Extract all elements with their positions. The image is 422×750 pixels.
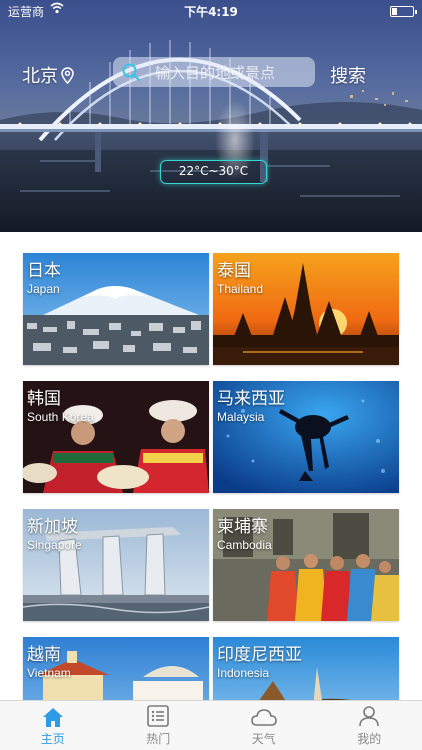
tab-bar: 主页 热门 天气 我的 — [0, 700, 422, 750]
destination-name: 越南 — [27, 645, 61, 665]
destination-card-indonesia[interactable]: 印度尼西亚 Indonesia — [213, 637, 399, 700]
tab-label: 主页 — [40, 732, 65, 746]
destination-name-en: South Korea — [27, 410, 94, 424]
hero-banner: 运营商 下午4:19 北京 输入目的地或景点 搜索 22°C~30°C — [0, 0, 422, 232]
search-button[interactable]: 搜索 — [330, 62, 366, 88]
destination-card-south-korea[interactable]: 韩国 South Korea — [23, 381, 209, 493]
destination-card-malaysia[interactable]: 马来西亚 Malaysia — [213, 381, 399, 493]
city-label: 北京 — [22, 66, 58, 87]
destination-card-singapore[interactable]: 新加坡 Singapore — [23, 509, 209, 621]
destination-name-en: Vietnam — [27, 666, 71, 680]
status-bar: 运营商 下午4:19 — [0, 0, 422, 22]
destination-card-japan[interactable]: 日本 Japan — [23, 253, 209, 365]
destination-name-en: Malaysia — [217, 410, 265, 424]
destination-name-en: Thailand — [217, 282, 264, 296]
tab-label: 我的 — [357, 732, 382, 746]
destination-name: 日本 — [27, 261, 61, 281]
cloud-icon — [250, 709, 277, 726]
search-input[interactable]: 输入目的地或景点 — [113, 57, 315, 87]
tab-hot[interactable]: 热门 — [106, 701, 212, 750]
home-icon — [42, 708, 63, 727]
destination-name: 柬埔寨 — [217, 517, 268, 537]
destination-card-thailand[interactable]: 泰国 Thailand — [213, 253, 399, 365]
tab-mine[interactable]: 我的 — [317, 701, 422, 750]
destination-name-en: Indonesia — [217, 666, 270, 680]
destination-name: 马来西亚 — [217, 389, 285, 409]
destination-name: 新加坡 — [27, 517, 78, 537]
destination-name-en: Cambodia — [217, 538, 272, 552]
destination-card-vietnam[interactable]: 越南 Vietnam — [23, 637, 209, 700]
search-icon — [122, 63, 141, 82]
destination-name: 韩国 — [27, 389, 61, 409]
tab-label: 热门 — [146, 732, 171, 746]
tab-weather[interactable]: 天气 — [211, 701, 317, 750]
location-pin-icon — [61, 66, 74, 84]
city-selector[interactable]: 北京 — [22, 62, 74, 88]
status-time: 下午4:19 — [184, 5, 238, 19]
tab-label: 天气 — [251, 732, 276, 746]
person-icon — [359, 706, 380, 727]
weather-badge: 22°C~30°C — [160, 160, 267, 184]
list-icon — [147, 705, 170, 727]
search-placeholder: 输入目的地或景点 — [155, 63, 276, 82]
destination-name: 印度尼西亚 — [217, 645, 302, 665]
destination-grid: 日本 Japan 泰国 Thailand 韩国 South Korea 马来西亚… — [0, 232, 422, 700]
destination-card-cambodia[interactable]: 柬埔寨 Cambodia — [213, 509, 399, 621]
battery-icon — [390, 6, 417, 17]
destination-name: 泰国 — [217, 261, 251, 281]
destination-name-en: Japan — [27, 282, 60, 296]
bridge-background-image — [0, 40, 422, 232]
destination-name-en: Singapore — [27, 538, 82, 552]
tab-home[interactable]: 主页 — [0, 701, 106, 750]
